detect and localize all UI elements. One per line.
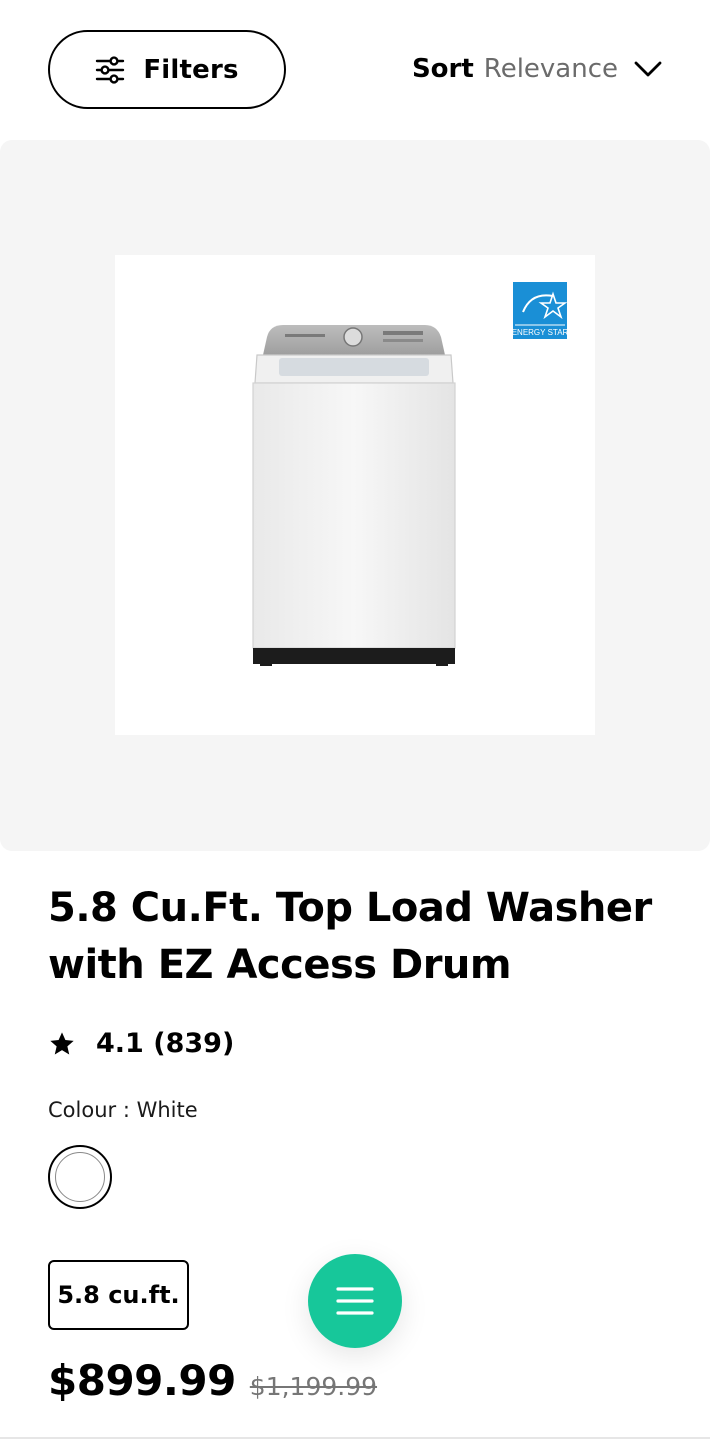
sort-dropdown[interactable]: Sort Relevance	[412, 40, 662, 98]
colour-swatch-white[interactable]	[48, 1145, 112, 1209]
product-image[interactable]: ENERGY STAR	[115, 255, 595, 735]
menu-icon	[336, 1286, 374, 1316]
product-image-panel[interactable]: ENERGY STAR	[0, 140, 710, 851]
svg-text:ENERGY STAR: ENERGY STAR	[513, 328, 567, 337]
sort-label: Sort	[411, 54, 474, 84]
swatch-fill	[55, 1152, 105, 1202]
chevron-down-icon	[634, 60, 662, 78]
price-row: $899.99 $1,199.99	[48, 1356, 377, 1405]
filters-label: Filters	[143, 54, 239, 85]
original-price: $1,199.99	[249, 1372, 378, 1401]
product-title[interactable]: 5.8 Cu.Ft. Top Load Washer with EZ Acces…	[48, 880, 668, 994]
sort-value: Relevance	[483, 54, 618, 84]
filters-button[interactable]: Filters	[48, 30, 286, 109]
product-rating[interactable]: 4.1 (839)	[48, 1028, 234, 1059]
colour-label: Colour : White	[48, 1098, 198, 1122]
current-price: $899.99	[48, 1356, 236, 1405]
sliders-icon	[95, 55, 125, 85]
energy-star-badge: ENERGY STAR	[512, 282, 569, 339]
menu-fab-button[interactable]	[308, 1254, 402, 1348]
size-option-button[interactable]: 5.8 cu.ft.	[48, 1260, 189, 1330]
rating-value: 4.1 (839)	[96, 1028, 235, 1059]
star-icon	[48, 1030, 76, 1058]
divider	[0, 1437, 710, 1439]
